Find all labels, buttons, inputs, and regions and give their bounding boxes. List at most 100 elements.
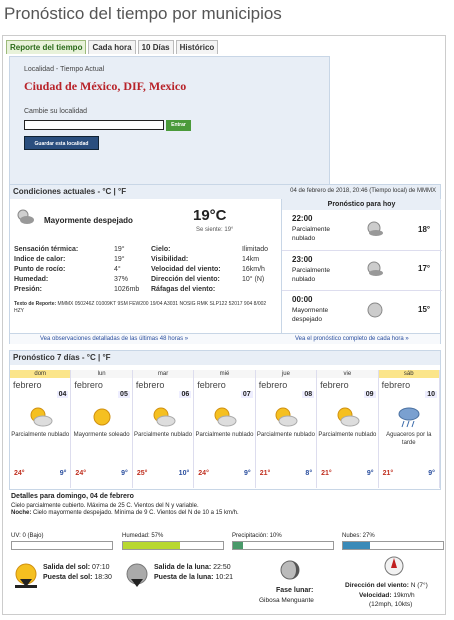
current-condition: Mayormente despejado bbox=[44, 216, 133, 225]
days-row: dom febrero 04 Parcialmente nublado 24° 9° lun… bbox=[10, 370, 440, 490]
detail-label: Visibilidad: bbox=[151, 256, 189, 263]
tab-cada-hora[interactable]: Cada hora bbox=[88, 40, 136, 54]
wind-speed-label: Velocidad: bbox=[359, 592, 392, 599]
sunset-label: Puesta del sol: bbox=[43, 574, 93, 581]
tab-10-dias[interactable]: 10 Días bbox=[137, 40, 174, 54]
detail-value: 19° bbox=[114, 256, 125, 263]
partly-cloudy-icon bbox=[212, 405, 238, 434]
today-title: Pronóstico para hoy bbox=[282, 199, 441, 210]
location-label: Localidad - Tiempo Actual bbox=[24, 66, 105, 73]
change-location-label: Cambie su localidad bbox=[24, 108, 88, 115]
weather-widget: Reporte del tiempo Cada hora 10 Días His… bbox=[2, 35, 446, 615]
metar-label: Texto de Reporte: bbox=[14, 301, 57, 307]
partly-cloudy-icon bbox=[273, 405, 299, 434]
detail-label: Humedad: bbox=[14, 276, 49, 283]
wind-speed-row: Velocidad: 19km/h bbox=[359, 592, 415, 599]
day-details: Detalles para domingo, 04 de febrero Cie… bbox=[11, 493, 441, 516]
metar-report: Texto de Reporte: MMMX 050246Z 01009KT 9… bbox=[14, 301, 276, 315]
clouds-bar bbox=[342, 541, 444, 550]
hourly-link[interactable]: Vea el pronóstico completo de cada hora … bbox=[295, 336, 409, 342]
detail-label: Velocidad del viento: bbox=[151, 266, 221, 273]
sunrise-row: Salida del sol: 07:10 bbox=[43, 564, 110, 571]
moon-cloud-icon bbox=[367, 261, 383, 276]
day-month: febrero bbox=[74, 380, 103, 390]
details-line1: Cielo parcialmente cubierto. Máxima de 2… bbox=[11, 503, 199, 509]
day-condition: Parcialmente nublado bbox=[11, 432, 70, 438]
save-location-button[interactable]: Guardar esta localidad bbox=[24, 136, 99, 150]
detail-value: 1026mb bbox=[114, 286, 140, 293]
today-forecast: Pronóstico para hoy 22:00 Parcialmente n… bbox=[281, 199, 442, 333]
day-name: mar bbox=[132, 370, 194, 378]
moonset-label: Puesta de la luna: bbox=[154, 574, 214, 581]
detail-label: Sensación térmica: bbox=[14, 246, 79, 253]
bar-fill bbox=[343, 542, 370, 549]
hour-cond: Parcialmente nublado bbox=[292, 226, 330, 242]
hour-cond: Parcialmente nublado bbox=[292, 267, 330, 283]
day-number: 10 bbox=[425, 391, 437, 398]
partly-cloudy-icon bbox=[28, 405, 54, 434]
day-condition: Parcialmente nublado bbox=[134, 432, 193, 438]
tab-historico[interactable]: Histórico bbox=[175, 40, 219, 54]
day-column[interactable]: vie febrero 09 Parcialmente nublado 21° 9° bbox=[317, 370, 379, 488]
observations-link[interactable]: Vea observaciones detalladas de las últi… bbox=[40, 336, 188, 342]
day-name: vie bbox=[317, 370, 378, 378]
partly-cloudy-icon bbox=[151, 405, 177, 434]
day-column[interactable]: lun febrero 05 Mayormente soleado 24° 9° bbox=[71, 370, 133, 488]
day-condition: Parcialmente nublado bbox=[318, 432, 377, 438]
day-month: febrero bbox=[13, 380, 42, 390]
tab-bar: Reporte del tiempo Cada hora 10 Días His… bbox=[6, 40, 219, 54]
moon-cloud-icon bbox=[17, 209, 34, 224]
night-label: Noche: bbox=[11, 510, 32, 516]
day-column[interactable]: sáb febrero 10 Aguaceros por la tarde 21° 9° bbox=[378, 370, 440, 488]
day-number: 07 bbox=[240, 391, 253, 398]
location-box: Localidad - Tiempo Actual Ciudad de Méxi… bbox=[9, 56, 330, 193]
uv-label: UV: 0 (Bajo) bbox=[11, 533, 44, 539]
current-header: Condiciones actuales - °C | °F 04 de feb… bbox=[10, 185, 440, 199]
hour-cond: Mayormente despejado bbox=[292, 307, 329, 323]
go-button[interactable]: Entrar bbox=[166, 120, 191, 131]
day-column[interactable]: dom febrero 04 Parcialmente nublado 24° 9° bbox=[10, 370, 72, 488]
week-forecast-panel: Pronóstico 7 días - °C | °F dom febrero 04… bbox=[9, 350, 441, 490]
moonrise-moonset-icon bbox=[126, 563, 148, 587]
moon-phase-value: Gibosa Menguante bbox=[259, 597, 314, 604]
day-high: 24° bbox=[14, 470, 25, 477]
day-number: 04 bbox=[56, 391, 69, 398]
moonrise-time: 22:50 bbox=[213, 564, 231, 571]
hour-temp: 15° bbox=[418, 305, 431, 314]
day-name: dom bbox=[10, 370, 71, 378]
day-name: lun bbox=[71, 370, 132, 378]
tab-reporte[interactable]: Reporte del tiempo bbox=[6, 40, 87, 54]
day-high: 25° bbox=[136, 470, 148, 477]
links-row: Vea observaciones detalladas de las últi… bbox=[10, 333, 440, 344]
day-low: 9° bbox=[59, 470, 67, 477]
hour-temp: 18° bbox=[418, 225, 431, 234]
hour-temp: 17° bbox=[418, 264, 431, 273]
wind-compass-icon bbox=[384, 556, 404, 576]
sunrise-time: 07:10 bbox=[92, 564, 110, 571]
day-low: 9° bbox=[428, 470, 435, 477]
day-condition: Aguaceros por la tarde bbox=[386, 432, 432, 446]
sunrise-label: Salida del sol: bbox=[43, 564, 91, 571]
detail-label: Ráfagas del viento: bbox=[151, 286, 216, 293]
moonrise-row: Salida de la luna: 22:50 bbox=[154, 564, 231, 571]
moonrise-label: Salida de la luna: bbox=[154, 564, 212, 571]
moonset-row: Puesta de la luna: 10:21 bbox=[154, 574, 233, 581]
wind-dir-value: N (7°) bbox=[410, 582, 428, 589]
sunset-time: 18:30 bbox=[94, 574, 112, 581]
page-title: Pronóstico del tiempo por municipios bbox=[4, 4, 282, 23]
detail-value: 19° bbox=[114, 246, 125, 253]
day-column[interactable]: mar febrero 06 Parcialmente nublado 25° 10° bbox=[132, 370, 195, 488]
hour-row: 23:00 Parcialmente nublado 17° bbox=[282, 252, 442, 291]
day-month: febrero bbox=[258, 380, 288, 390]
day-column[interactable]: jue febrero 08 Parcialmente nublado 21° 8° bbox=[255, 370, 318, 488]
partly-cloudy-icon bbox=[335, 405, 361, 434]
day-low: 9° bbox=[366, 470, 374, 477]
humidity-label: Humedad: 57% bbox=[122, 533, 164, 539]
day-low: 9° bbox=[121, 470, 128, 477]
bar-fill bbox=[233, 542, 243, 549]
hour-time: 22:00 bbox=[292, 214, 313, 223]
rain-icon bbox=[396, 405, 422, 434]
location-input[interactable] bbox=[24, 120, 164, 130]
day-column[interactable]: mié febrero 07 Parcialmente nublado 24° 9° bbox=[194, 370, 256, 488]
detail-value: 16km/h bbox=[242, 266, 265, 273]
